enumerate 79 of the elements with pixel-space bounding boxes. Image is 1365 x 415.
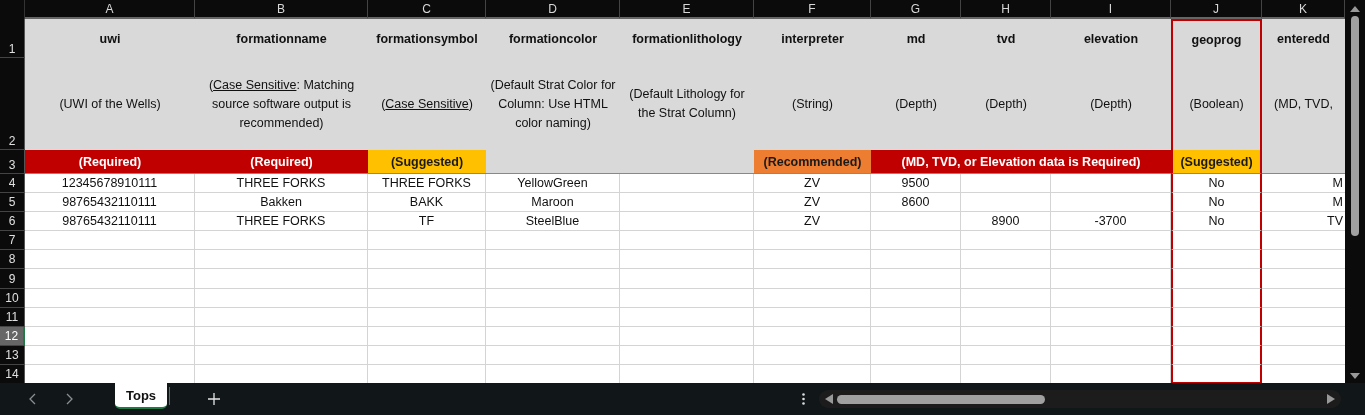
row-header[interactable]: 3 [0,150,25,174]
column-header[interactable]: F [754,0,871,19]
row-header[interactable]: 8 [0,250,25,270]
table-cell: THREE FORKS [195,174,368,194]
requirement-label: (Required) [25,150,195,174]
field-description: (Case Sensitive: Matching source software output is recommended) [195,58,368,150]
requirement-label: (MD, TVD, or Elevation data is Required) [871,150,1171,174]
field-name: md [871,19,961,58]
table-cell: ZV [754,212,871,232]
table-cell: -3700 [1051,212,1171,232]
column-header[interactable]: E [620,0,754,19]
requirement-label: (Suggested) [368,150,486,174]
requirement-label: (Recommended) [754,150,871,174]
field-name: formationname [195,19,368,58]
table-cell: 12345678910111 [25,174,195,194]
requirement-label: (Suggested) [1171,150,1262,174]
table-cell: SteelBlue [486,212,620,232]
scrollbar-thumb[interactable] [837,394,1045,404]
horizontal-scrollbar[interactable] [819,390,1341,408]
table-cell: 8600 [871,193,961,213]
table-cell: Bakken [195,193,368,213]
field-description: (Case Sensitive) [368,58,486,150]
scrollbar-thumb[interactable] [1351,16,1359,236]
field-name: formationsymbol [368,19,486,58]
table-cell: 98765432110111 [25,193,195,213]
row-header[interactable]: 9 [0,269,25,289]
field-description: (Boolean) [1171,58,1262,150]
row-header[interactable]: 1 [0,19,25,58]
field-description: (Depth) [1051,58,1171,150]
row-header[interactable]: 7 [0,231,25,251]
row-header[interactable]: 2 [0,58,25,150]
table-cell: TF [368,212,486,232]
field-description: (Depth) [871,58,961,150]
table-cell: ZV [754,193,871,213]
table-cell: YellowGreen [486,174,620,194]
table-cell: No [1171,212,1262,232]
column-header[interactable]: B [195,0,368,19]
scroll-left-icon[interactable] [825,394,833,404]
field-description: (Depth) [961,58,1051,150]
column-header[interactable]: C [368,0,486,19]
column-header[interactable]: K [1262,0,1345,19]
column-header[interactable]: G [871,0,961,19]
column-header[interactable]: H [961,0,1051,19]
row-header[interactable]: 4 [0,174,25,194]
column-header[interactable]: J [1171,0,1262,19]
column-header[interactable]: I [1051,0,1171,19]
table-cell: 8900 [961,212,1051,232]
table-cell: THREE FORKS [195,212,368,232]
field-name: interpreter [754,19,871,58]
table-cell: BAKK [368,193,486,213]
table-cell: 9500 [871,174,961,194]
scroll-right-icon[interactable] [1327,394,1335,404]
field-name: formationcolor [486,19,620,58]
field-name: elevation [1051,19,1171,58]
field-description: (String) [754,58,871,150]
field-description: (MD, TVD, [1262,58,1345,150]
field-name: uwi [25,19,195,58]
chevron-right-icon [65,393,73,405]
chevron-left-icon [29,393,37,405]
row-header[interactable]: 5 [0,193,25,213]
row-header[interactable]: 6 [0,212,25,232]
sheet-tab[interactable]: Tops [115,383,168,409]
plus-icon [208,393,221,405]
table-cell: Maroon [486,193,620,213]
field-name: enteredd [1262,19,1345,58]
field-description: (Default Lithology for the Strat Column) [620,58,754,150]
column-header[interactable]: A [25,0,195,19]
table-cell: THREE FORKS [368,174,486,194]
column-header[interactable]: D [486,0,620,19]
table-cell: No [1171,174,1262,194]
table-cell: No [1171,193,1262,213]
field-name: formationlithology [620,19,754,58]
table-cell: 98765432110111 [25,212,195,232]
field-name: geoprog [1171,19,1262,58]
field-description: (UWI of the Wells) [25,58,195,150]
requirement-label: (Required) [195,150,368,174]
table-cell: ZV [754,174,871,194]
field-name: tvd [961,19,1051,58]
field-description: (Default Strat Color for Column: Use HTML color naming) [486,58,620,150]
